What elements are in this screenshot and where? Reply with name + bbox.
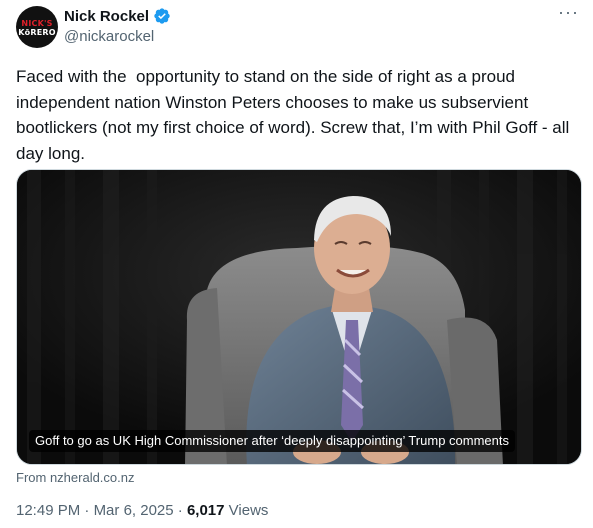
avatar[interactable]: NICK'S KōRERO (16, 6, 58, 48)
tweet-time[interactable]: 12:49 PM (16, 502, 80, 519)
tweet-text: Faced with the opportunity to stand on t… (16, 67, 575, 163)
display-name[interactable]: Nick Rockel (64, 8, 149, 25)
link-source[interactable]: From nzherald.co.nz (16, 470, 135, 485)
meta-separator: · (80, 502, 94, 519)
avatar-text-bottom: KōRERO (18, 27, 56, 37)
tweet: NICK'S KōRERO Nick Rockel @nickarockel ·… (0, 0, 593, 528)
link-card[interactable]: Goff to go as UK High Commissioner after… (16, 169, 582, 465)
more-horizontal-icon[interactable]: ··· (558, 3, 579, 21)
avatar-text-top: NICK'S (21, 18, 53, 28)
tweet-meta: 12:49 PM · Mar 6, 2025 · 6,017 Views (16, 502, 268, 519)
views-label: Views (224, 502, 269, 519)
link-card-title: Goff to go as UK High Commissioner after… (29, 430, 515, 452)
link-card-image (17, 170, 581, 464)
meta-separator: · (173, 502, 187, 519)
views-count[interactable]: 6,017 (187, 502, 225, 519)
tweet-date[interactable]: Mar 6, 2025 (94, 502, 174, 519)
author-name-row: Nick Rockel (64, 7, 171, 25)
verified-badge-icon (154, 8, 170, 24)
author-handle[interactable]: @nickarockel (64, 28, 154, 45)
